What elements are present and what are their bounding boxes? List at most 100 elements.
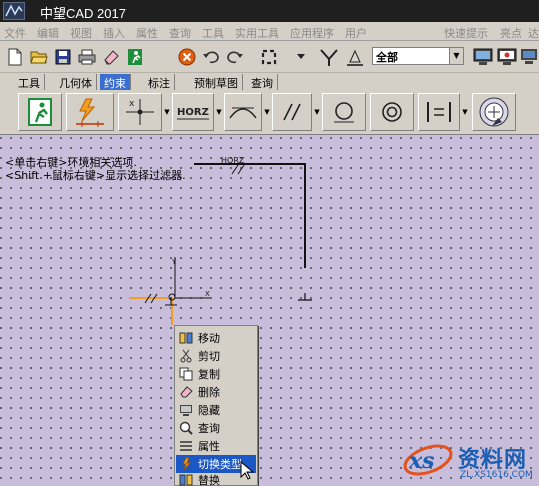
menu-file[interactable]: 文件 — [4, 25, 26, 41]
parallel-marker — [231, 164, 245, 175]
save-icon[interactable] — [52, 46, 74, 68]
tab-presketch[interactable]: 预制草图 — [190, 74, 243, 90]
chevron-down-icon[interactable]: ▼ — [460, 93, 470, 131]
menu-query[interactable]: 查询 — [169, 25, 191, 41]
horizontal-constraint-icon: HORZ — [175, 102, 211, 122]
menu-view[interactable]: 视图 — [70, 25, 92, 41]
context-menu-query[interactable]: 查询 — [176, 419, 256, 437]
axis-x-label: X — [205, 290, 210, 298]
layer-filter-select[interactable]: 全部 ▼ — [372, 47, 464, 65]
menu-utilities[interactable]: 实用工具 — [235, 25, 279, 41]
exit-icon[interactable] — [124, 46, 146, 68]
tab-dimensions[interactable]: 标注 — [144, 74, 175, 90]
context-menu-label: 属性 — [198, 440, 220, 453]
menu-tools[interactable]: 工具 — [202, 25, 224, 41]
redo-icon[interactable] — [224, 46, 246, 68]
equal-constraint-button[interactable] — [418, 93, 460, 131]
window-title: 中望CAD 2017 — [40, 6, 126, 21]
horz-annotation: HORZ — [221, 156, 245, 165]
context-menu-copy[interactable]: 复制 — [176, 365, 256, 383]
eraser-icon[interactable] — [100, 46, 122, 68]
context-menu-label: 剪切 — [198, 350, 220, 363]
svg-text:xs: xs — [408, 448, 435, 474]
undo-icon[interactable] — [200, 46, 222, 68]
monitor-settings-icon[interactable] — [496, 46, 518, 68]
point-constraint-icon: x — [123, 97, 157, 127]
menu-user[interactable]: 用户 — [345, 25, 367, 41]
regen-dropdown-icon[interactable] — [290, 46, 312, 68]
chevron-down-icon[interactable]: ▼ — [312, 93, 322, 131]
query-icon — [178, 421, 194, 435]
app-logo-icon — [3, 2, 25, 20]
context-menu-move[interactable]: 移动 — [176, 329, 256, 347]
menu-properties[interactable]: 属性 — [136, 25, 158, 41]
auto-constraint-button[interactable] — [66, 93, 114, 131]
open-icon[interactable] — [28, 46, 50, 68]
replace-icon — [178, 473, 194, 486]
chevron-down-icon[interactable]: ▼ — [214, 93, 224, 131]
tangent-constraint-button[interactable] — [224, 93, 262, 131]
context-menu-label: 移动 — [198, 332, 220, 345]
tab-constraints[interactable]: 约束 — [100, 74, 131, 90]
tab-geometry[interactable]: 几何体 — [55, 74, 97, 90]
context-menu-label: 切换类型 — [198, 458, 242, 471]
constraint-settings-icon — [478, 96, 510, 128]
layer-status-icon[interactable] — [344, 46, 366, 68]
constrained-polyline[interactable] — [194, 163, 306, 268]
display-icon[interactable] — [518, 46, 539, 68]
drawing-geometry — [129, 163, 312, 325]
axis-y-label: Y — [172, 258, 177, 266]
cancel-icon[interactable] — [176, 46, 198, 68]
standard-toolbar: 全部 ▼ — [0, 41, 539, 73]
menu-highlight[interactable]: 亮点 — [500, 25, 522, 41]
equal-constraint-icon — [424, 100, 454, 124]
constraint-settings-button[interactable] — [472, 93, 516, 131]
horizontal-constraint-button[interactable]: HORZ — [172, 93, 214, 131]
ribbon-tab-bar: 工具 几何体 约束 标注 预制草图 查询 — [0, 73, 539, 91]
menu-quick-tips[interactable]: 快速提示 — [444, 25, 488, 41]
print-icon[interactable] — [76, 46, 98, 68]
concentric-constraint-button[interactable] — [370, 93, 414, 131]
switch-type-icon — [178, 457, 194, 471]
menu-edit[interactable]: 编辑 — [37, 25, 59, 41]
context-menu-cut[interactable]: 剪切 — [176, 347, 256, 365]
title-bar: 中望CAD 2017 — [0, 0, 539, 22]
watermark: xs 资料网 ZL.XS1616.COM — [400, 438, 537, 484]
chevron-down-icon[interactable]: ▼ — [162, 93, 172, 131]
new-icon[interactable] — [4, 46, 26, 68]
radius-constraint-button[interactable] — [322, 93, 366, 131]
parallel-constraint-icon — [280, 102, 304, 122]
tab-query[interactable]: 查询 — [247, 74, 278, 90]
menu-insert[interactable]: 插入 — [103, 25, 125, 41]
tab-tools[interactable]: 工具 — [14, 74, 45, 90]
context-menu-hide[interactable]: 隐藏 — [176, 401, 256, 419]
context-menu-label: 隐藏 — [198, 404, 220, 417]
monitor-icon[interactable] — [472, 46, 494, 68]
drawing-canvas[interactable]: <单击右键>环境相关选项. <Shift +鼠标右键>显示选择过滤器. HORZ… — [0, 135, 539, 486]
context-menu-delete[interactable]: 删除 — [176, 383, 256, 401]
ground-marker — [298, 293, 312, 301]
menu-overflow[interactable]: 达 — [528, 25, 539, 41]
tangent-constraint-icon — [228, 102, 258, 122]
regen-icon[interactable] — [258, 46, 280, 68]
delete-icon — [178, 385, 194, 399]
svg-text:x: x — [129, 99, 135, 109]
horz-label: HORZ — [177, 107, 209, 118]
hide-icon — [178, 403, 194, 417]
layer-filter-value: 全部 — [376, 51, 398, 64]
context-menu-properties[interactable]: 属性 — [176, 437, 256, 455]
watermark-logo-icon: xs — [403, 444, 453, 476]
menu-apps[interactable]: 应用程序 — [290, 25, 334, 41]
copy-icon — [178, 367, 194, 381]
chevron-down-icon[interactable]: ▼ — [262, 93, 272, 131]
menu-bar: 文件 编辑 视图 插入 属性 查询 工具 实用工具 应用程序 用户 快速提示 亮… — [0, 22, 539, 41]
point-constraint-button[interactable]: x — [118, 93, 162, 131]
chevron-down-icon[interactable]: ▼ — [449, 48, 463, 64]
context-menu-label: 替换 — [198, 473, 220, 486]
context-menu-label: 删除 — [198, 386, 220, 399]
parallel-constraint-button[interactable] — [272, 93, 312, 131]
context-menu-label: 复制 — [198, 368, 220, 381]
exit-constraint-button[interactable] — [18, 93, 62, 131]
cut-icon — [178, 349, 194, 363]
pan-icon[interactable] — [318, 46, 340, 68]
